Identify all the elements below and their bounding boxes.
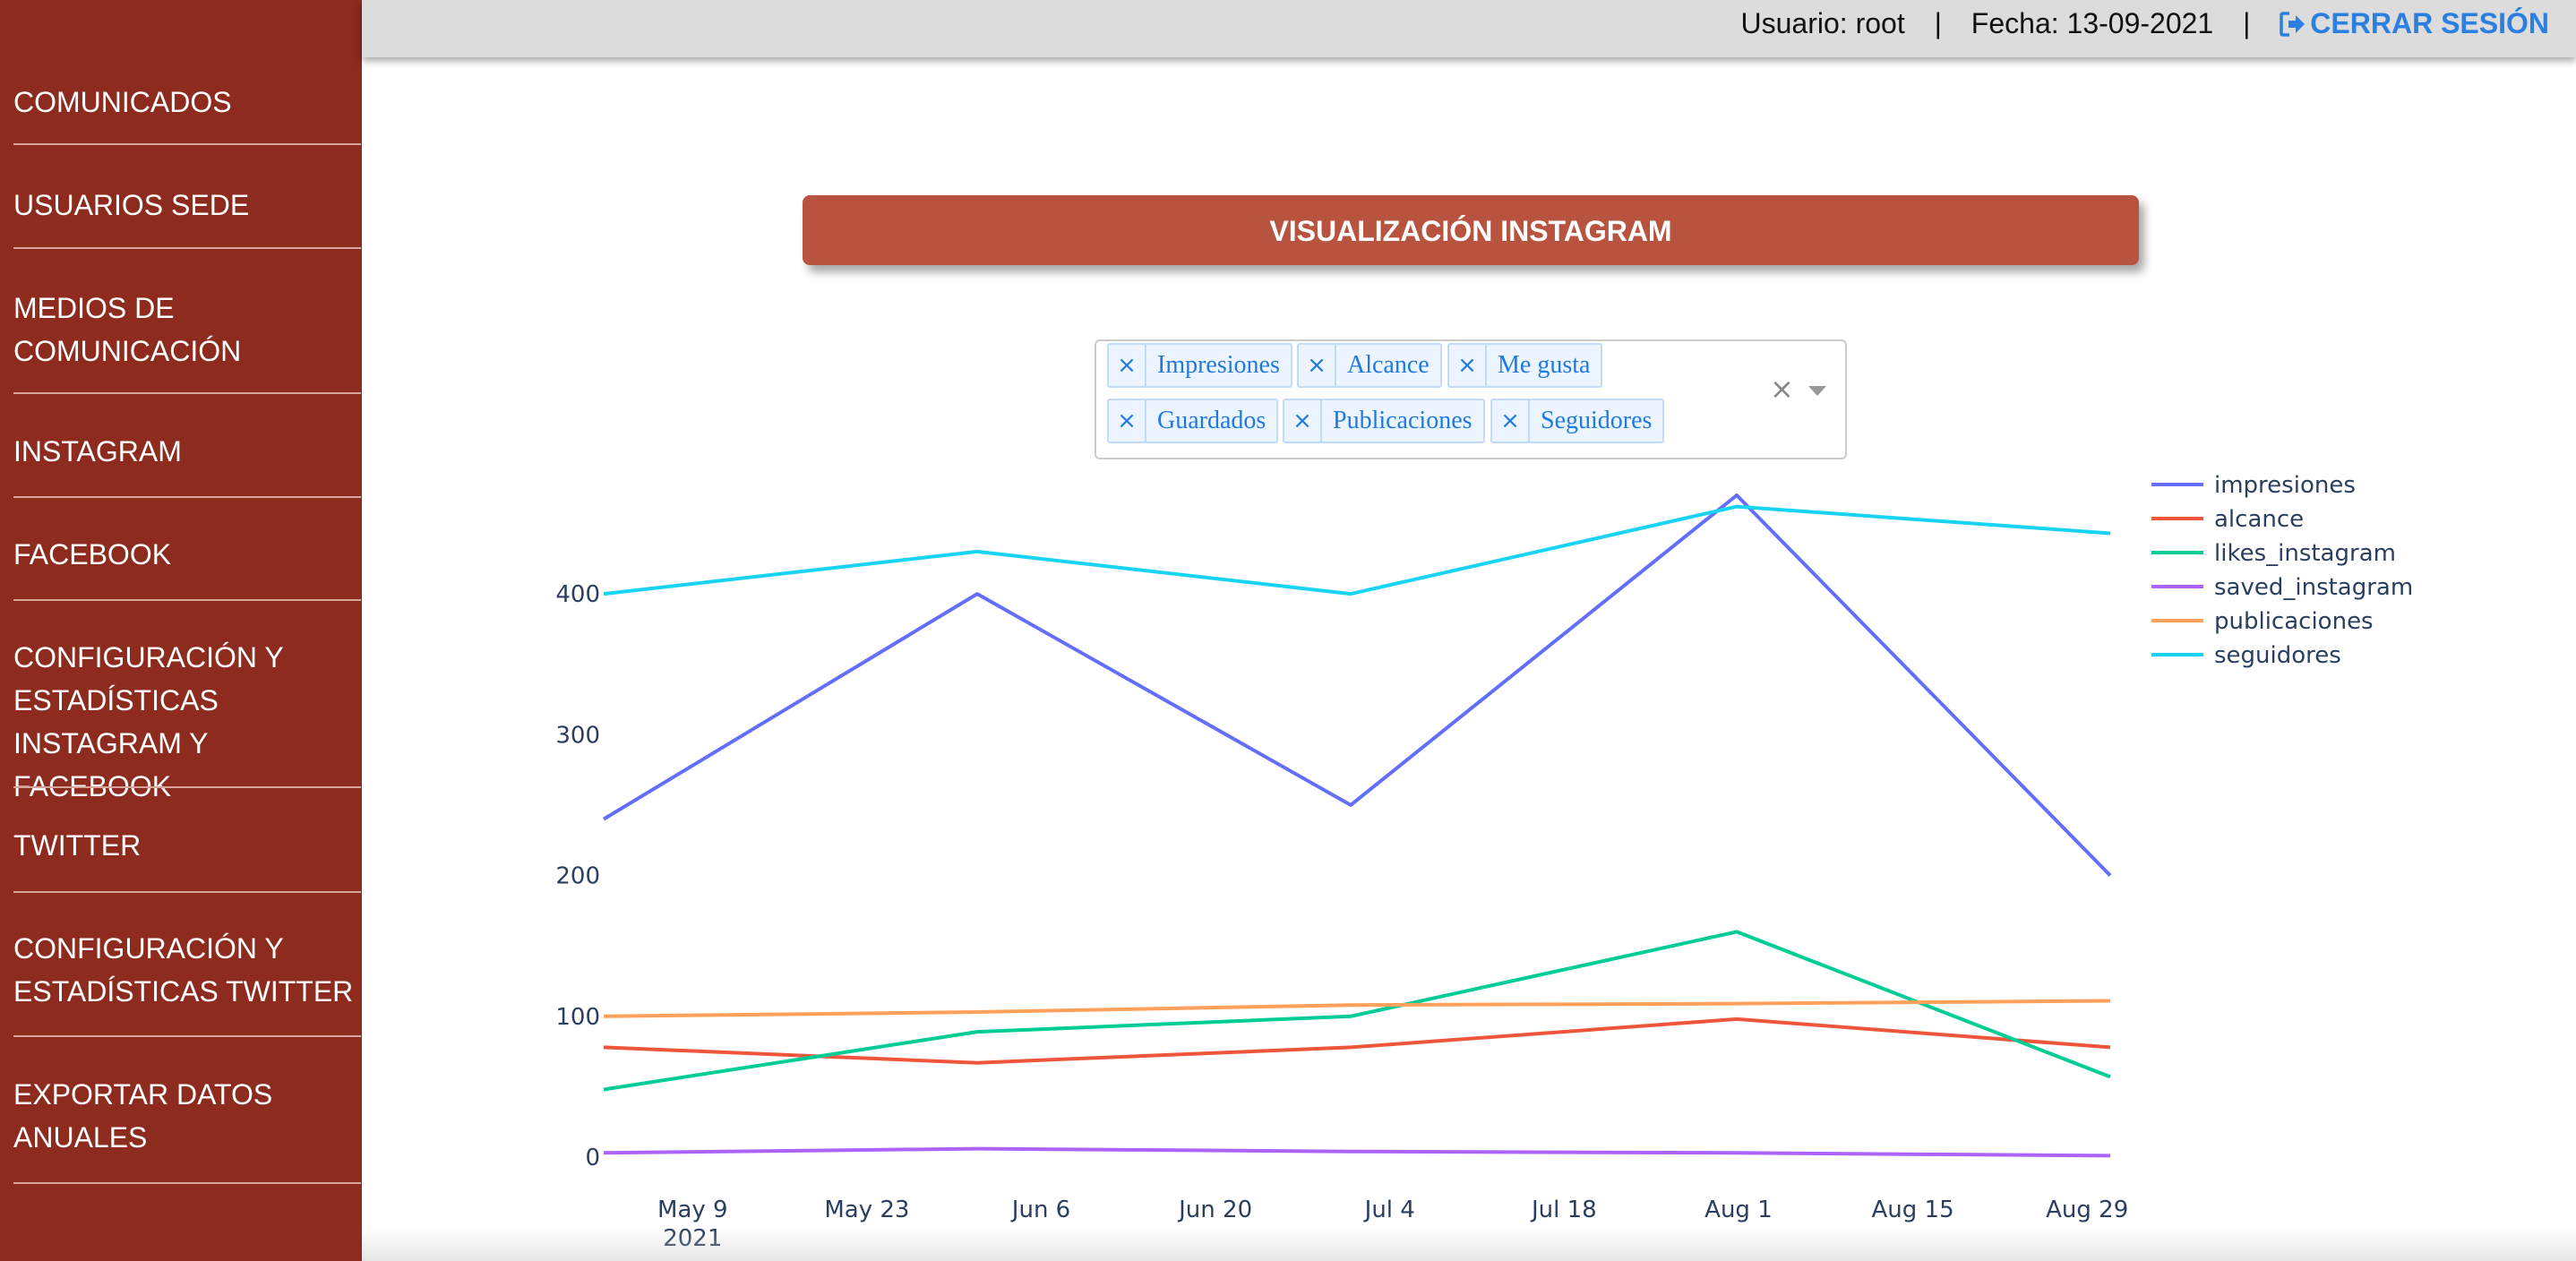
series-line-likes-instagram bbox=[603, 930, 2111, 1092]
legend-item-alcance[interactable]: alcance bbox=[2151, 506, 2304, 533]
y-tick-label: 100 bbox=[555, 1004, 600, 1031]
legend-label: publicaciones bbox=[2214, 608, 2374, 635]
x-tick-label: Aug 1 bbox=[1704, 1197, 1773, 1223]
x-tick-label: Aug 29 bbox=[2046, 1197, 2128, 1223]
x-tick-label: Jun 6 bbox=[1010, 1197, 1070, 1223]
chart-legend[interactable]: impresiones alcance likes_instagram saved_i… bbox=[2151, 472, 2413, 669]
series-line-seguidores bbox=[603, 504, 2111, 596]
series-line-saved-instagram bbox=[603, 1146, 2111, 1158]
legend-label: impresiones bbox=[2214, 472, 2356, 499]
legend-label: seguidores bbox=[2214, 642, 2341, 669]
legend-item-impresiones[interactable]: impresiones bbox=[2151, 472, 2356, 499]
legend-label: alcance bbox=[2214, 506, 2304, 533]
x-tick-label: Jun 20 bbox=[1177, 1197, 1252, 1223]
x-tick-label: Aug 15 bbox=[1872, 1197, 1954, 1223]
y-tick-label: 300 bbox=[555, 722, 600, 749]
y-axis: 0 100 200 300 400 bbox=[555, 581, 600, 1171]
x-tick-label: May 9 bbox=[657, 1197, 728, 1223]
legend-item-saved-instagram[interactable]: saved_instagram bbox=[2151, 574, 2413, 601]
x-tick-label: May 23 bbox=[824, 1197, 909, 1223]
x-tick-label: Jul 4 bbox=[1363, 1197, 1415, 1223]
legend-item-publicaciones[interactable]: publicaciones bbox=[2151, 608, 2374, 635]
x-axis: May 92021 May 23 Jun 6 Jun 20 Jul 4 Jul 18 Aug… bbox=[657, 1197, 2128, 1252]
y-tick-label: 0 bbox=[585, 1145, 600, 1171]
legend-item-seguidores[interactable]: seguidores bbox=[2151, 642, 2341, 669]
series-line-impresiones bbox=[602, 493, 2112, 877]
y-tick-label: 400 bbox=[555, 581, 600, 608]
legend-label: saved_instagram bbox=[2214, 574, 2413, 601]
x-tick-label: Jul 18 bbox=[1530, 1197, 1597, 1223]
plot-area bbox=[602, 493, 2112, 1158]
y-tick-label: 200 bbox=[555, 863, 600, 890]
legend-label: likes_instagram bbox=[2214, 540, 2396, 567]
legend-item-likes-instagram[interactable]: likes_instagram bbox=[2151, 540, 2396, 567]
x-tick-year-label: 2021 bbox=[663, 1225, 722, 1252]
instagram-line-chart: 0 100 200 300 400 May 92021 May 23 Jun 6 Jun 20… bbox=[555, 472, 2413, 1252]
